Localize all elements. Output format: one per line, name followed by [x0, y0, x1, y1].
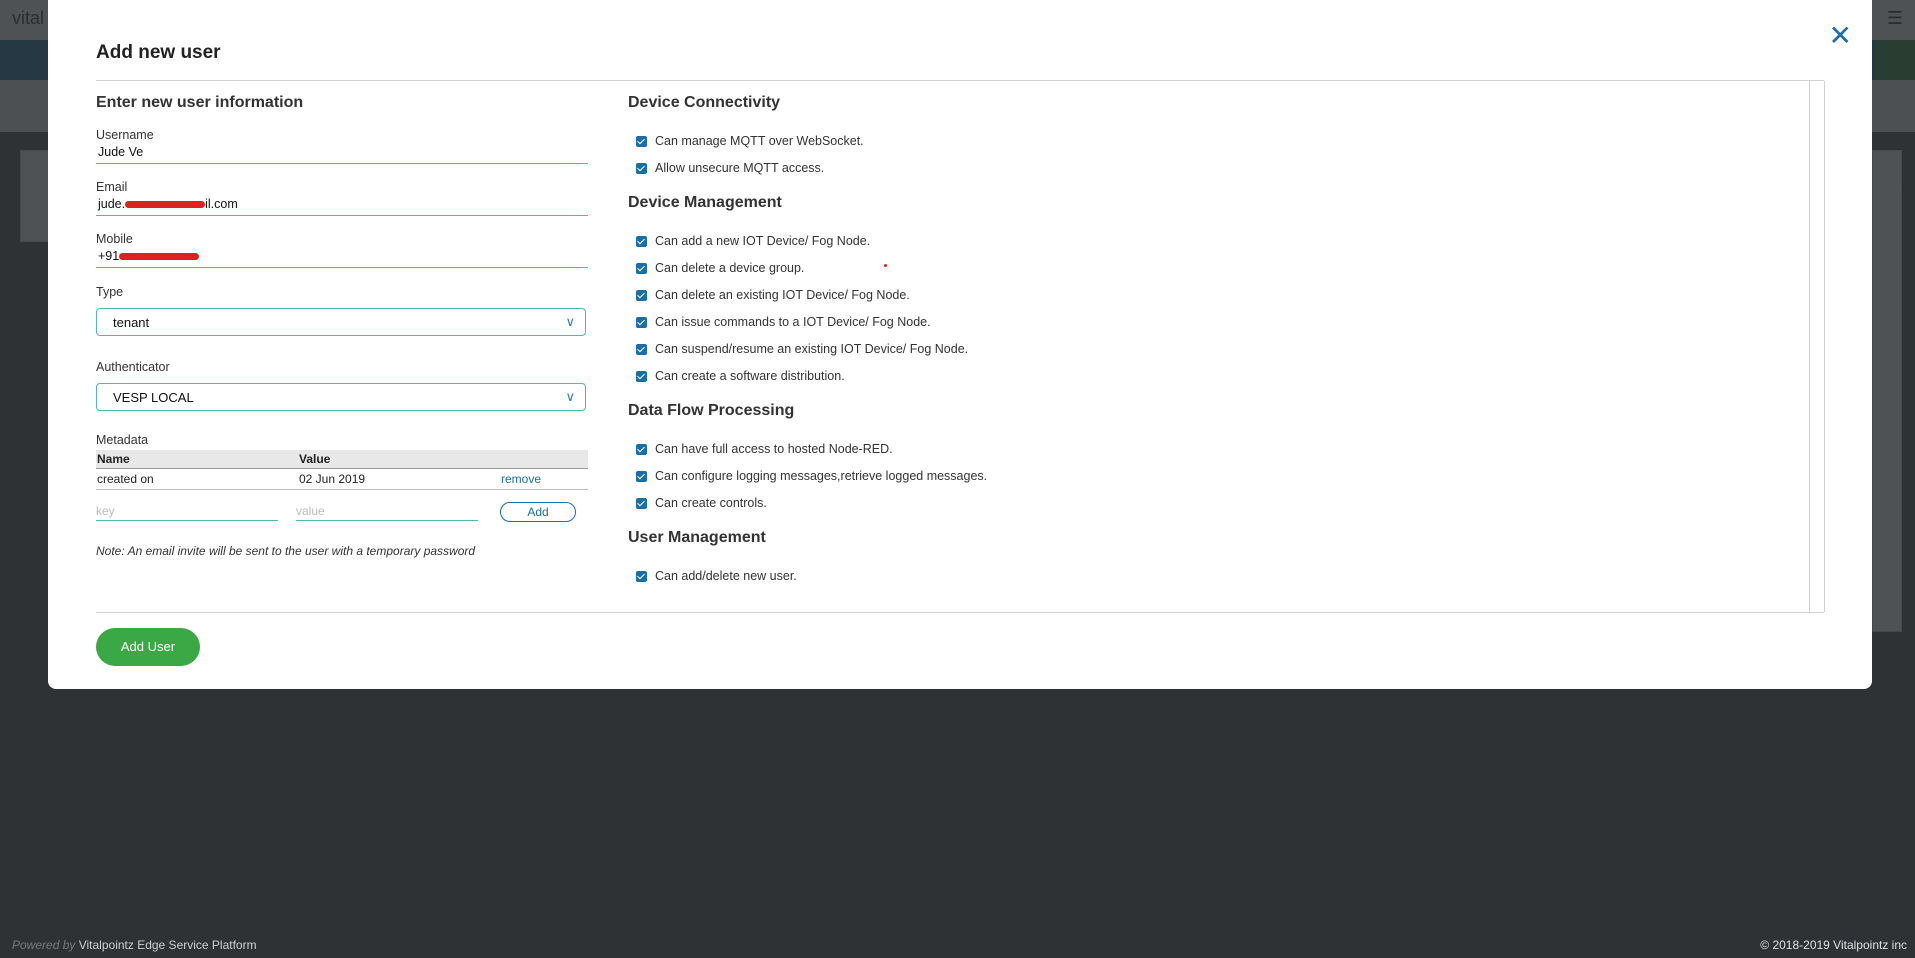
permission-checkbox[interactable]: Can configure logging messages,retrieve …: [636, 469, 987, 483]
add-metadata-button[interactable]: Add: [500, 502, 576, 522]
permission-checkbox[interactable]: Can add a new IOT Device/ Fog Node.: [636, 234, 870, 248]
scrollbar[interactable]: [1809, 81, 1825, 612]
mobile-label: Mobile: [96, 232, 133, 246]
permission-checkbox[interactable]: Can manage MQTT over WebSocket.: [636, 134, 864, 148]
permission-label: Can issue commands to a IOT Device/ Fog …: [655, 315, 931, 329]
authenticator-label: Authenticator: [96, 360, 170, 374]
permission-checkbox[interactable]: Can issue commands to a IOT Device/ Fog …: [636, 315, 931, 329]
divider: [96, 80, 1824, 81]
checkbox-checked-icon[interactable]: [636, 162, 647, 174]
metadata-name-cell: created on: [96, 468, 298, 490]
form-heading: Enter new user information: [96, 94, 304, 111]
metadata-value-cell: 02 Jun 2019: [298, 468, 500, 490]
footer-platform-name: Vitalpointz Edge Service Platform: [78, 938, 257, 952]
checkbox-checked-icon[interactable]: [636, 135, 647, 147]
permission-label: Can have full access to hosted Node-RED.: [655, 442, 893, 456]
add-user-button[interactable]: Add User: [96, 628, 200, 666]
device-management-heading: Device Management: [628, 194, 782, 211]
footer-copyright: © 2018-2019 Vitalpointz inc: [1760, 938, 1907, 952]
metadata-header-action: [500, 450, 588, 469]
permission-checkbox[interactable]: Can suspend/resume an existing IOT Devic…: [636, 342, 968, 356]
permission-checkbox[interactable]: Can have full access to hosted Node-RED.: [636, 442, 893, 456]
checkbox-checked-icon[interactable]: [636, 443, 647, 455]
permission-label: Can add a new IOT Device/ Fog Node.: [655, 234, 871, 248]
divider: [96, 612, 1824, 613]
permission-label: Can suspend/resume an existing IOT Devic…: [655, 342, 969, 356]
email-input[interactable]: jude. il.com: [96, 194, 588, 216]
metadata-header-row: Name Value: [96, 450, 588, 469]
email-prefix: jude.: [98, 197, 126, 211]
authenticator-value: VESP LOCAL: [113, 390, 194, 405]
metadata-header-name: Name: [96, 450, 298, 469]
metadata-header-value: Value: [298, 450, 500, 469]
type-value: tenant: [113, 315, 150, 330]
redaction-mark: [125, 201, 206, 209]
value-placeholder: value: [296, 504, 325, 518]
checkbox-checked-icon[interactable]: [636, 235, 647, 247]
user-management-heading: User Management: [628, 529, 766, 546]
email-suffix: il.com: [205, 197, 238, 211]
checkbox-checked-icon[interactable]: [636, 570, 647, 582]
footer-powered-prefix: Powered by: [12, 938, 76, 952]
red-dot-mark: [884, 264, 887, 267]
checkbox-checked-icon[interactable]: [636, 370, 647, 382]
username-field: Username Jude Ve: [96, 128, 588, 164]
permission-checkbox[interactable]: Can delete a device group.: [636, 261, 804, 275]
permission-label: Can configure logging messages,retrieve …: [655, 469, 988, 483]
permission-label: Allow unsecure MQTT access.: [655, 161, 825, 175]
permission-label: Can add/delete new user.: [655, 569, 797, 583]
permission-checkbox[interactable]: Can delete an existing IOT Device/ Fog N…: [636, 288, 910, 302]
email-label: Email: [96, 180, 128, 194]
permission-checkbox[interactable]: Can create controls.: [636, 496, 767, 510]
metadata-key-input[interactable]: key: [96, 504, 278, 521]
checkbox-checked-icon[interactable]: [636, 262, 647, 274]
permission-label: Can delete an existing IOT Device/ Fog N…: [655, 288, 910, 302]
type-label: Type: [96, 285, 124, 299]
invite-note: Note: An email invite will be sent to th…: [96, 544, 476, 558]
permission-label: Can create a software distribution.: [655, 369, 845, 383]
table-row: created on 02 Jun 2019 remove: [96, 468, 588, 490]
remove-metadata-link[interactable]: remove: [501, 472, 541, 486]
checkbox-checked-icon[interactable]: [636, 316, 647, 328]
chevron-down-icon: ∨: [565, 389, 575, 404]
device-connectivity-heading: Device Connectivity: [628, 94, 781, 111]
username-input[interactable]: Jude Ve: [96, 142, 588, 164]
checkbox-checked-icon[interactable]: [636, 343, 647, 355]
permission-checkbox[interactable]: Allow unsecure MQTT access.: [636, 161, 824, 175]
permission-label: Can manage MQTT over WebSocket.: [655, 134, 864, 148]
checkbox-checked-icon[interactable]: [636, 289, 647, 301]
checkbox-checked-icon[interactable]: [636, 470, 647, 482]
key-placeholder: key: [96, 504, 115, 518]
authenticator-select[interactable]: VESP LOCAL ∨: [96, 383, 586, 411]
data-flow-heading: Data Flow Processing: [628, 402, 795, 419]
chevron-down-icon: ∨: [565, 314, 575, 329]
permission-checkbox[interactable]: Can add/delete new user.: [636, 569, 797, 583]
metadata-table: Name Value created on 02 Jun 2019 remove: [96, 450, 588, 490]
close-icon[interactable]: ✕: [1829, 22, 1852, 50]
add-user-modal: Add new user ✕ Enter new user informatio…: [48, 0, 1872, 689]
metadata-value-input[interactable]: value: [296, 504, 478, 521]
type-select[interactable]: tenant ∨: [96, 308, 586, 336]
mobile-input[interactable]: +91: [96, 246, 588, 268]
mobile-prefix: +91: [98, 249, 120, 263]
permission-checkbox[interactable]: Can create a software distribution.: [636, 369, 845, 383]
metadata-label: Metadata: [96, 433, 149, 447]
mobile-field: Mobile +91: [96, 232, 588, 268]
checkbox-checked-icon[interactable]: [636, 497, 647, 509]
modal-title: Add new user: [96, 42, 221, 63]
username-value: Jude Ve: [98, 145, 144, 159]
footer-powered-by: Powered by Vitalpointz Edge Service Plat…: [12, 938, 257, 952]
permission-label: Can create controls.: [655, 496, 767, 510]
permission-label: Can delete a device group.: [655, 261, 805, 275]
email-field: Email jude. il.com: [96, 180, 588, 216]
username-label: Username: [96, 128, 154, 142]
redaction-mark: [119, 253, 200, 261]
